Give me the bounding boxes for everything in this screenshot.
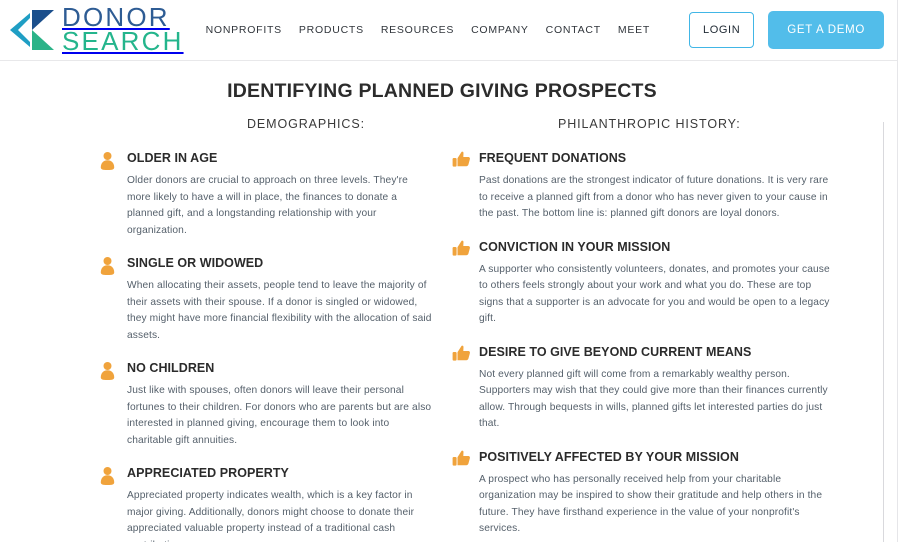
column-heading-philanthropic-history: PHILANTHROPIC HISTORY: bbox=[558, 117, 741, 131]
column-demographics: DEMOGRAPHICS: OLDER IN AGE Older donors … bbox=[0, 117, 442, 542]
nav-item-nonprofits[interactable]: NONPROFITS bbox=[206, 24, 282, 36]
list-item-body: APPRECIATED PROPERTY Appreciated propert… bbox=[127, 466, 432, 542]
person-icon bbox=[100, 256, 127, 278]
login-button[interactable]: LOGIN bbox=[689, 12, 755, 48]
list-item-description: Appreciated property indicates wealth, w… bbox=[127, 490, 415, 542]
content-right-rule bbox=[883, 122, 884, 542]
list-item: FREQUENT DONATIONS Past donations are th… bbox=[452, 151, 874, 223]
main-content: IDENTIFYING PLANNED GIVING PROSPECTS DEM… bbox=[0, 61, 898, 542]
list-item-title: CONVICTION IN YOUR MISSION bbox=[479, 239, 671, 254]
list-item-body: NO CHILDREN Just like with spouses, ofte… bbox=[127, 361, 432, 449]
brand-word-search: SEARCH bbox=[62, 26, 184, 56]
list-item-description: Older donors are crucial to approach on … bbox=[127, 175, 408, 236]
person-icon bbox=[100, 361, 127, 383]
column-heading-demographics: DEMOGRAPHICS: bbox=[247, 117, 365, 131]
nav-item-company[interactable]: COMPANY bbox=[471, 24, 529, 36]
list-item: CONVICTION IN YOUR MISSION A supporter w… bbox=[452, 240, 874, 328]
list-item: SINGLE OR WIDOWED When allocating their … bbox=[100, 256, 432, 344]
list-item-body: POSITIVELY AFFECTED BY YOUR MISSION A pr… bbox=[479, 450, 831, 538]
list-item: NO CHILDREN Just like with spouses, ofte… bbox=[100, 361, 432, 449]
site-header: DONOR SEARCH NONPROFITS PRODUCTS RESOURC… bbox=[0, 0, 898, 61]
list-item-title: OLDER IN AGE bbox=[127, 151, 218, 165]
list-item-body: SINGLE OR WIDOWED When allocating their … bbox=[127, 256, 432, 344]
list-item-title: APPRECIATED PROPERTY bbox=[127, 466, 289, 481]
list-item-description: Past donations are the strongest indicat… bbox=[479, 175, 829, 220]
thumbs-up-icon bbox=[452, 450, 479, 472]
nav-item-products[interactable]: PRODUCTS bbox=[299, 24, 364, 36]
list-item: OLDER IN AGE Older donors are crucial to… bbox=[100, 151, 432, 239]
list-item-title: POSITIVELY AFFECTED BY YOUR MISSION bbox=[479, 449, 739, 464]
person-icon bbox=[100, 466, 127, 488]
demographics-items: OLDER IN AGE Older donors are crucial to… bbox=[100, 151, 432, 542]
list-item-body: DESIRE TO GIVE BEYOND CURRENT MEANS Not … bbox=[479, 345, 831, 433]
page-root: DONOR SEARCH NONPROFITS PRODUCTS RESOURC… bbox=[0, 0, 898, 542]
philanthropic-history-items: FREQUENT DONATIONS Past donations are th… bbox=[452, 151, 874, 538]
nav-item-meet[interactable]: MEET bbox=[618, 24, 650, 36]
header-actions: LOGIN GET A DEMO bbox=[689, 11, 884, 49]
brand-wordmark: DONOR SEARCH bbox=[62, 4, 184, 56]
list-item-description: When allocating their assets, people ten… bbox=[127, 280, 432, 341]
thumbs-up-icon bbox=[452, 151, 479, 173]
list-item-title: SINGLE OR WIDOWED bbox=[127, 256, 264, 271]
brand-logo-link[interactable]: DONOR SEARCH bbox=[8, 4, 184, 56]
page-title: IDENTIFYING PLANNED GIVING PROSPECTS bbox=[227, 80, 657, 102]
thumbs-up-icon bbox=[452, 345, 479, 367]
column-philanthropic-history: PHILANTHROPIC HISTORY: FREQUENT DONATION… bbox=[442, 117, 884, 542]
list-item-description: A prospect who has personally received h… bbox=[479, 473, 823, 535]
list-item-description: A supporter who consistently volunteers,… bbox=[479, 263, 830, 325]
get-a-demo-button[interactable]: GET A DEMO bbox=[768, 11, 884, 49]
list-item-title: NO CHILDREN bbox=[127, 361, 215, 376]
main-navigation: NONPROFITS PRODUCTS RESOURCES COMPANY CO… bbox=[198, 24, 689, 36]
list-item: APPRECIATED PROPERTY Appreciated propert… bbox=[100, 466, 432, 542]
two-column-layout: DEMOGRAPHICS: OLDER IN AGE Older donors … bbox=[0, 117, 884, 542]
list-item: POSITIVELY AFFECTED BY YOUR MISSION A pr… bbox=[452, 450, 874, 538]
list-item-title: FREQUENT DONATIONS bbox=[479, 151, 627, 165]
nav-item-contact[interactable]: CONTACT bbox=[546, 24, 601, 36]
donorsearch-triangles-logo-icon bbox=[8, 6, 58, 54]
person-icon bbox=[100, 151, 127, 173]
list-item-body: FREQUENT DONATIONS Past donations are th… bbox=[479, 151, 831, 223]
list-item: DESIRE TO GIVE BEYOND CURRENT MEANS Not … bbox=[452, 345, 874, 433]
list-item-body: OLDER IN AGE Older donors are crucial to… bbox=[127, 151, 432, 239]
list-item-body: CONVICTION IN YOUR MISSION A supporter w… bbox=[479, 240, 831, 328]
nav-item-resources[interactable]: RESOURCES bbox=[381, 24, 454, 36]
list-item-title: DESIRE TO GIVE BEYOND CURRENT MEANS bbox=[479, 344, 752, 359]
thumbs-up-icon bbox=[452, 240, 479, 262]
list-item-description: Not every planned gift will come from a … bbox=[479, 368, 828, 430]
list-item-description: Just like with spouses, often donors wil… bbox=[127, 385, 432, 446]
